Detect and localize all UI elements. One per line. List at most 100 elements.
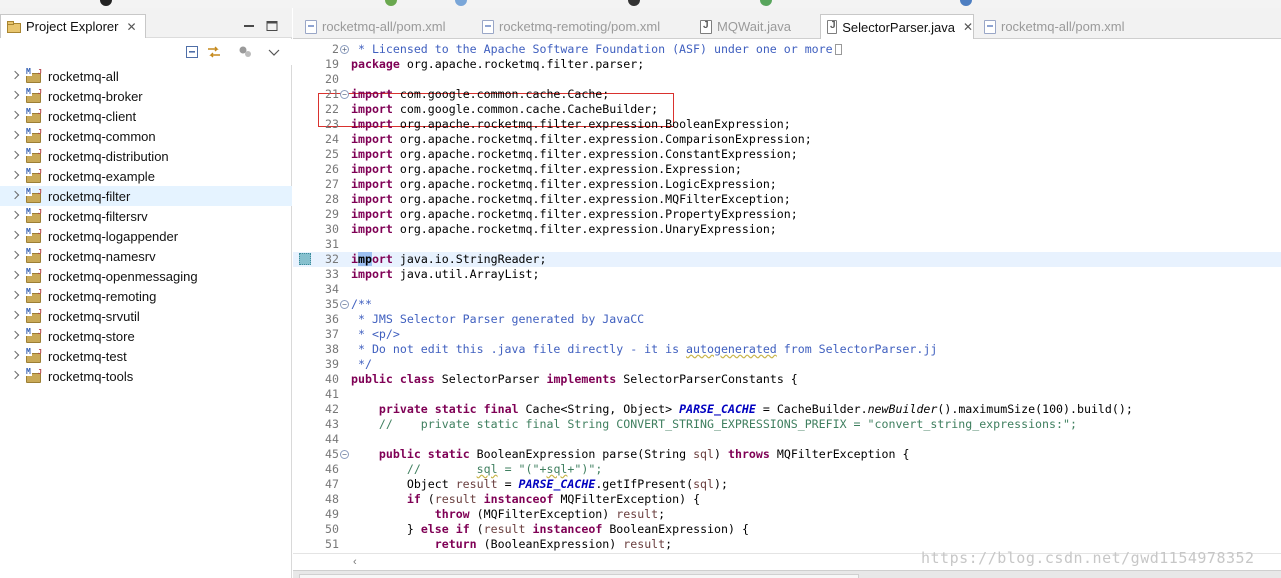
scroll-left-icon[interactable]: ‹: [353, 556, 357, 568]
close-icon[interactable]: ✕: [126, 20, 136, 34]
code-line-20[interactable]: 20: [293, 72, 1281, 87]
code-line-30[interactable]: 30 import org.apache.rocketmq.filter.expr…: [293, 222, 1281, 237]
expand-arrow-icon[interactable]: [10, 151, 20, 161]
toolbar-record-icon[interactable]: [100, 0, 112, 6]
code-line-42[interactable]: 42 private static final Cache<String, Ob…: [293, 402, 1281, 417]
code-line-24[interactable]: 24 import org.apache.rocketmq.filter.expr…: [293, 132, 1281, 147]
code-line-41[interactable]: 41: [293, 387, 1281, 402]
toolbar-search-icon[interactable]: [960, 0, 972, 6]
code-line-37[interactable]: 37 * <p/>: [293, 327, 1281, 342]
tree-item-rocketmq-common[interactable]: M J rocketmq-common: [0, 126, 292, 146]
code-text: // sql = "("+sql+")";: [351, 462, 603, 476]
code-editor[interactable]: 2 + * Licensed to the Apache Software Fou…: [293, 40, 1281, 553]
collapse-fold-icon[interactable]: −: [340, 450, 349, 459]
tree-item-label: rocketmq-tools: [48, 368, 134, 384]
code-line-25[interactable]: 25 import org.apache.rocketmq.filter.expr…: [293, 147, 1281, 162]
bottom-panel-tab[interactable]: [299, 574, 859, 578]
code-line-47[interactable]: 47 Object result = PARSE_CACHE.getIfPres…: [293, 477, 1281, 492]
expand-arrow-icon[interactable]: [10, 231, 20, 241]
line-number: 26: [325, 162, 339, 176]
editor-tab-label: rocketmq-all/pom.xml: [322, 19, 446, 34]
code-line-27[interactable]: 27 import org.apache.rocketmq.filter.expr…: [293, 177, 1281, 192]
tree-item-rocketmq-tools[interactable]: M J rocketmq-tools: [0, 366, 292, 386]
toolbar-new-icon[interactable]: [455, 0, 467, 6]
expand-arrow-icon[interactable]: [10, 91, 20, 101]
code-line-29[interactable]: 29 import org.apache.rocketmq.filter.expr…: [293, 207, 1281, 222]
occurrence-marker-icon[interactable]: [299, 253, 311, 265]
editor-tab-1[interactable]: rocketmq-remoting/pom.xml: [476, 14, 688, 39]
code-line-48[interactable]: 48 if (result instanceof MQFilterExcepti…: [293, 492, 1281, 507]
tree-item-rocketmq-namesrv[interactable]: M J rocketmq-namesrv: [0, 246, 292, 266]
code-line-21[interactable]: 21− import com.google.common.cache.Cache;: [293, 87, 1281, 102]
expand-arrow-icon[interactable]: [10, 311, 20, 321]
tree-item-rocketmq-example[interactable]: M J rocketmq-example: [0, 166, 292, 186]
tree-item-rocketmq-distribution[interactable]: M J rocketmq-distribution: [0, 146, 292, 166]
code-line-44[interactable]: 44: [293, 432, 1281, 447]
code-line-45[interactable]: 45− public static BooleanExpression pars…: [293, 447, 1281, 462]
code-line-26[interactable]: 26 import org.apache.rocketmq.filter.expr…: [293, 162, 1281, 177]
code-line-22[interactable]: 22 import com.google.common.cache.CacheBu…: [293, 102, 1281, 117]
editor-tab-2[interactable]: MQWait.java: [694, 14, 814, 39]
link-with-editor-icon[interactable]: [206, 45, 222, 59]
code-line-32[interactable]: 32 import java.io.StringReader;: [293, 252, 1281, 267]
expand-arrow-icon[interactable]: [10, 191, 20, 201]
expand-arrow-icon[interactable]: [10, 131, 20, 141]
code-line-39[interactable]: 39 */: [293, 357, 1281, 372]
expand-fold-icon[interactable]: +: [340, 45, 349, 54]
view-menu-icon[interactable]: [266, 45, 282, 59]
code-line-38[interactable]: 38 * Do not edit this .java file directl…: [293, 342, 1281, 357]
tree-item-rocketmq-filtersrv[interactable]: M J rocketmq-filtersrv: [0, 206, 292, 226]
tree-item-rocketmq-all[interactable]: M J rocketmq-all: [0, 66, 292, 86]
editor-tab-0[interactable]: rocketmq-all/pom.xml: [299, 14, 469, 39]
expand-arrow-icon[interactable]: [10, 291, 20, 301]
code-line-33[interactable]: 33 import java.util.ArrayList;: [293, 267, 1281, 282]
code-text: import org.apache.rocketmq.filter.expres…: [351, 207, 798, 221]
code-line-34[interactable]: 34: [293, 282, 1281, 297]
expand-arrow-icon[interactable]: [10, 71, 20, 81]
tree-item-rocketmq-remoting[interactable]: M J rocketmq-remoting: [0, 286, 292, 306]
expand-arrow-icon[interactable]: [10, 331, 20, 341]
code-line-43[interactable]: 43 // private static final String CONVER…: [293, 417, 1281, 432]
expand-arrow-icon[interactable]: [10, 371, 20, 381]
tree-item-rocketmq-srvutil[interactable]: M J rocketmq-srvutil: [0, 306, 292, 326]
tree-item-rocketmq-client[interactable]: M J rocketmq-client: [0, 106, 292, 126]
code-line-35[interactable]: 35−/**: [293, 297, 1281, 312]
code-line-36[interactable]: 36 * JMS Selector Parser generated by Ja…: [293, 312, 1281, 327]
expand-arrow-icon[interactable]: [10, 211, 20, 221]
code-line-31[interactable]: 31: [293, 237, 1281, 252]
collapse-fold-icon[interactable]: −: [340, 300, 349, 309]
code-line-46[interactable]: 46 // sql = "("+sql+")";: [293, 462, 1281, 477]
editor-tab-3[interactable]: SelectorParser.java ✕: [820, 14, 974, 39]
code-line-2[interactable]: 2 + * Licensed to the Apache Software Fou…: [293, 42, 1281, 57]
tab-project-explorer[interactable]: Project Explorer ✕: [0, 14, 146, 38]
filters-icon[interactable]: [238, 45, 254, 59]
code-line-19[interactable]: 19 package org.apache.rocketmq.filter.par…: [293, 57, 1281, 72]
expand-arrow-icon[interactable]: [10, 251, 20, 261]
minimize-icon[interactable]: [243, 19, 255, 29]
code-line-28[interactable]: 28 import org.apache.rocketmq.filter.expr…: [293, 192, 1281, 207]
expand-arrow-icon[interactable]: [10, 111, 20, 121]
tree-item-rocketmq-openmessaging[interactable]: M J rocketmq-openmessaging: [0, 266, 292, 286]
tree-item-rocketmq-filter[interactable]: M J rocketmq-filter: [0, 186, 292, 206]
code-line-50[interactable]: 50 } else if (result instanceof BooleanE…: [293, 522, 1281, 537]
toolbar-run-icon[interactable]: [628, 0, 640, 6]
editor-tab-4[interactable]: rocketmq-all/pom.xml: [978, 14, 1148, 39]
collapse-fold-icon[interactable]: −: [340, 90, 349, 99]
code-line-40[interactable]: 40 public class SelectorParser implements…: [293, 372, 1281, 387]
toolbar-debug-icon[interactable]: [760, 0, 772, 6]
toolbar-build-icon[interactable]: [385, 0, 397, 6]
expand-arrow-icon[interactable]: [10, 171, 20, 181]
close-icon[interactable]: ✕: [963, 20, 973, 34]
code-line-49[interactable]: 49 throw (MQFilterException) result;: [293, 507, 1281, 522]
code-text: */: [351, 357, 372, 371]
expand-arrow-icon[interactable]: [10, 351, 20, 361]
maximize-icon[interactable]: [266, 19, 278, 31]
tree-item-rocketmq-logappender[interactable]: M J rocketmq-logappender: [0, 226, 292, 246]
tree-item-rocketmq-test[interactable]: M J rocketmq-test: [0, 346, 292, 366]
collapse-all-icon[interactable]: [185, 45, 201, 59]
expand-arrow-icon[interactable]: [10, 271, 20, 281]
tree-item-rocketmq-store[interactable]: M J rocketmq-store: [0, 326, 292, 346]
tree-item-rocketmq-broker[interactable]: M J rocketmq-broker: [0, 86, 292, 106]
line-number: 23: [325, 117, 339, 131]
code-line-23[interactable]: 23 import org.apache.rocketmq.filter.expr…: [293, 117, 1281, 132]
